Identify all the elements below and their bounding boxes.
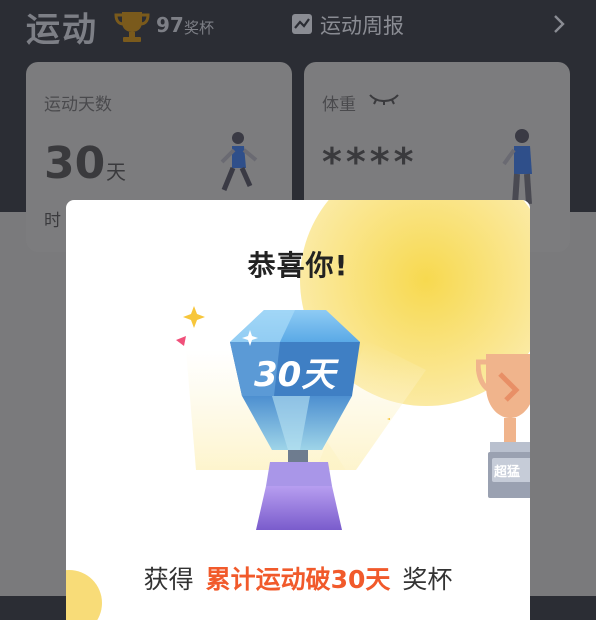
eye-closed-icon[interactable] <box>368 92 400 106</box>
trophy-30-days-icon: 30天 <box>176 306 390 530</box>
runner-illustration <box>220 132 258 191</box>
chevron-right-icon[interactable] <box>552 12 566 36</box>
app-header: 运动 97 奖杯 运动周报 <box>0 0 596 52</box>
award-suffix: 奖杯 <box>402 565 453 594</box>
exercise-days-unit: 天 <box>106 160 126 184</box>
trophy-days-text: 30天 <box>254 355 339 395</box>
weekly-report-link[interactable]: 运动周报 <box>320 10 404 40</box>
exercise-days-value: 30 <box>44 138 106 189</box>
trophy-unit: 奖杯 <box>184 19 215 37</box>
trophy-count: 97 <box>156 13 184 37</box>
award-name: 累计运动破30天 <box>205 565 391 594</box>
weight-masked-value: **** <box>322 140 418 184</box>
chart-icon[interactable] <box>291 13 313 35</box>
exercise-days-label: 运动天数 <box>44 95 112 115</box>
achievement-dialog: 恭喜你! 超猛 30天 获得 累计运动破30天 奖杯 <box>66 200 530 620</box>
page-title: 运动 <box>26 10 98 50</box>
next-trophy-icon[interactable]: 超猛 <box>476 346 530 502</box>
dialog-title: 恭喜你! <box>247 249 349 282</box>
next-trophy-label: 超猛 <box>494 464 520 480</box>
award-message: 获得 累计运动破30天 奖杯 <box>66 560 530 596</box>
award-prefix: 获得 <box>143 565 194 594</box>
weight-label: 体重 <box>322 95 356 115</box>
time-label: 时 <box>44 211 61 231</box>
trophy-icon <box>114 12 150 42</box>
